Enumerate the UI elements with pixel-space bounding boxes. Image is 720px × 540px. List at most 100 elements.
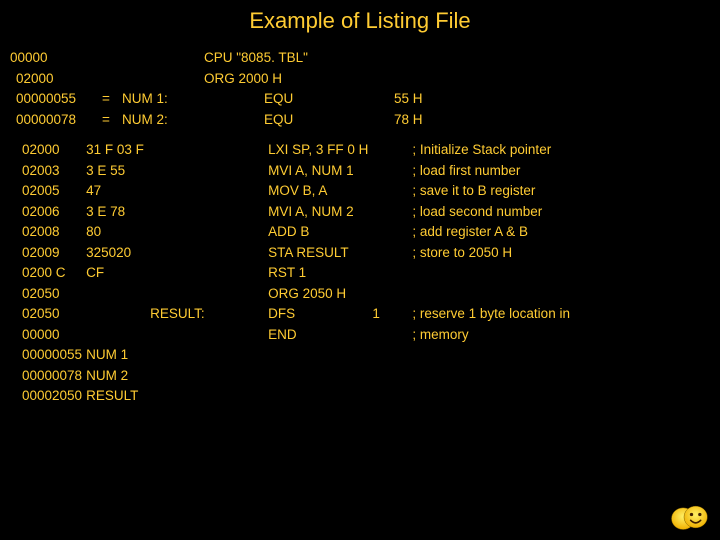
cell-label: [148, 202, 218, 223]
smiley-icon: [668, 502, 710, 532]
cell-val: [370, 243, 410, 264]
cell-val: [392, 48, 452, 69]
cell-val: [370, 202, 410, 223]
cell-instr: RST 1: [218, 263, 370, 284]
cell-val: [392, 69, 452, 90]
cell-comment: [452, 69, 712, 90]
cell-addr: 02050: [20, 304, 84, 325]
cell-comment: ; load first number: [410, 161, 720, 182]
cell-hex: 47: [84, 181, 148, 202]
cell-comment: ; save it to B register: [410, 181, 720, 202]
cell-hex: 31 F 03 F: [84, 140, 148, 161]
cell-val: 55 H: [392, 89, 452, 110]
cell-instr: DFS: [218, 304, 370, 325]
cell-val: [370, 325, 410, 346]
cell-label: [148, 161, 218, 182]
cell-addr: 02003: [20, 161, 84, 182]
cell-comment: ; memory: [410, 325, 720, 346]
table-row: 00000055 = NUM 1: EQU 55 H: [8, 89, 712, 110]
cell-addr: 02000: [8, 69, 100, 90]
cell-eq: =: [100, 89, 120, 110]
listing-table-top: 00000 CPU "8085. TBL" 02000 ORG 2000 H 0…: [8, 48, 712, 140]
cell-hex: 3 E 78: [84, 202, 148, 223]
cell-addr: 02050: [20, 284, 84, 305]
cell-comment: [452, 110, 712, 131]
cell-label: NUM 1:: [120, 89, 202, 110]
cell-addr: 00000055: [20, 345, 84, 366]
cell-instr: MOV B, A: [218, 181, 370, 202]
listing-body: 00000 CPU "8085. TBL" 02000 ORG 2000 H 0…: [0, 48, 720, 407]
table-row: 02050 ORG 2050 H: [20, 284, 720, 305]
cell-hex: [84, 284, 148, 305]
cell-label: [148, 222, 218, 243]
cell-val: [370, 161, 410, 182]
cell-comment: ; add register A & B: [410, 222, 720, 243]
table-row: 02003 3 E 55 MVI A, NUM 1 ; load first n…: [20, 161, 720, 182]
table-row: 02009 325020 STA RESULT ; store to 2050 …: [20, 243, 720, 264]
cell-addr: 00000055: [8, 89, 100, 110]
cell-addr: 0200 C: [20, 263, 84, 284]
table-row: 02000 31 F 03 F LXI SP, 3 FF 0 H ; Initi…: [20, 140, 720, 161]
table-row: 02050 RESULT: DFS 1 ; reserve 1 byte loc…: [20, 304, 720, 325]
table-row: 02000 ORG 2000 H: [8, 69, 712, 90]
cell-comment: [410, 263, 720, 284]
cell-val: [370, 284, 410, 305]
cell-hex: 3 E 55: [84, 161, 148, 182]
cell-label: [148, 284, 218, 305]
cell-instr: END: [218, 325, 370, 346]
cell-addr: 00000078: [8, 110, 100, 131]
cell-comment: ; load second number: [410, 202, 720, 223]
cell-hex: CF: [84, 263, 148, 284]
cell-addr: 02008: [20, 222, 84, 243]
cell-val: 78 H: [392, 110, 452, 131]
cell-eq: [100, 69, 120, 90]
cell-val: [370, 140, 410, 161]
cell-label: [148, 325, 218, 346]
cell-instr: EQU: [202, 89, 392, 110]
cell-hex: [84, 325, 148, 346]
table-row: 02006 3 E 78 MVI A, NUM 2 ; load second …: [20, 202, 720, 223]
cell-label: [148, 140, 218, 161]
cell-comment: ; store to 2050 H: [410, 243, 720, 264]
table-row: 00000 CPU "8085. TBL": [8, 48, 712, 69]
cell-label: [120, 48, 202, 69]
cell-eq: =: [100, 110, 120, 131]
cell-hex: [84, 304, 148, 325]
cell-val: 1: [370, 304, 410, 325]
cell-instr: ORG 2050 H: [218, 284, 370, 305]
cell-addr: 00002050: [20, 386, 84, 407]
cell-val: [370, 222, 410, 243]
cell-addr: 02000: [20, 140, 84, 161]
cell-instr: EQU: [202, 110, 392, 131]
cell-addr: 02005: [20, 181, 84, 202]
cell-comment: [410, 284, 720, 305]
cell-comment: ; reserve 1 byte location in: [410, 304, 720, 325]
table-row: 02008 80 ADD B ; add register A & B: [20, 222, 720, 243]
cell-comment: [452, 48, 712, 69]
cell-label: [120, 69, 202, 90]
cell-val: [370, 181, 410, 202]
cell-instr: MVI A, NUM 2: [218, 202, 370, 223]
table-row: 00000078 NUM 2: [20, 366, 720, 387]
cell-addr: 00000: [20, 325, 84, 346]
table-row: 00000 END ; memory: [20, 325, 720, 346]
cell-addr: 02006: [20, 202, 84, 223]
cell-instr: LXI SP, 3 FF 0 H: [218, 140, 370, 161]
cell-label: [148, 181, 218, 202]
cell-comment: [452, 89, 712, 110]
cell-instr: ADD B: [218, 222, 370, 243]
cell-instr: CPU "8085. TBL": [202, 48, 392, 69]
cell-addr: 00000078: [20, 366, 84, 387]
cell-label: [148, 243, 218, 264]
cell-hex: NUM 2: [84, 366, 720, 387]
cell-addr: 02009: [20, 243, 84, 264]
cell-hex: 325020: [84, 243, 148, 264]
cell-comment: ; Initialize Stack pointer: [410, 140, 720, 161]
cell-hex: NUM 1: [84, 345, 720, 366]
cell-instr: MVI A, NUM 1: [218, 161, 370, 182]
table-row: 00002050 RESULT: [20, 386, 720, 407]
table-row: 02005 47 MOV B, A ; save it to B registe…: [20, 181, 720, 202]
table-row: 00000055 NUM 1: [20, 345, 720, 366]
table-row: 0200 C CF RST 1: [20, 263, 720, 284]
page-title: Example of Listing File: [0, 0, 720, 48]
